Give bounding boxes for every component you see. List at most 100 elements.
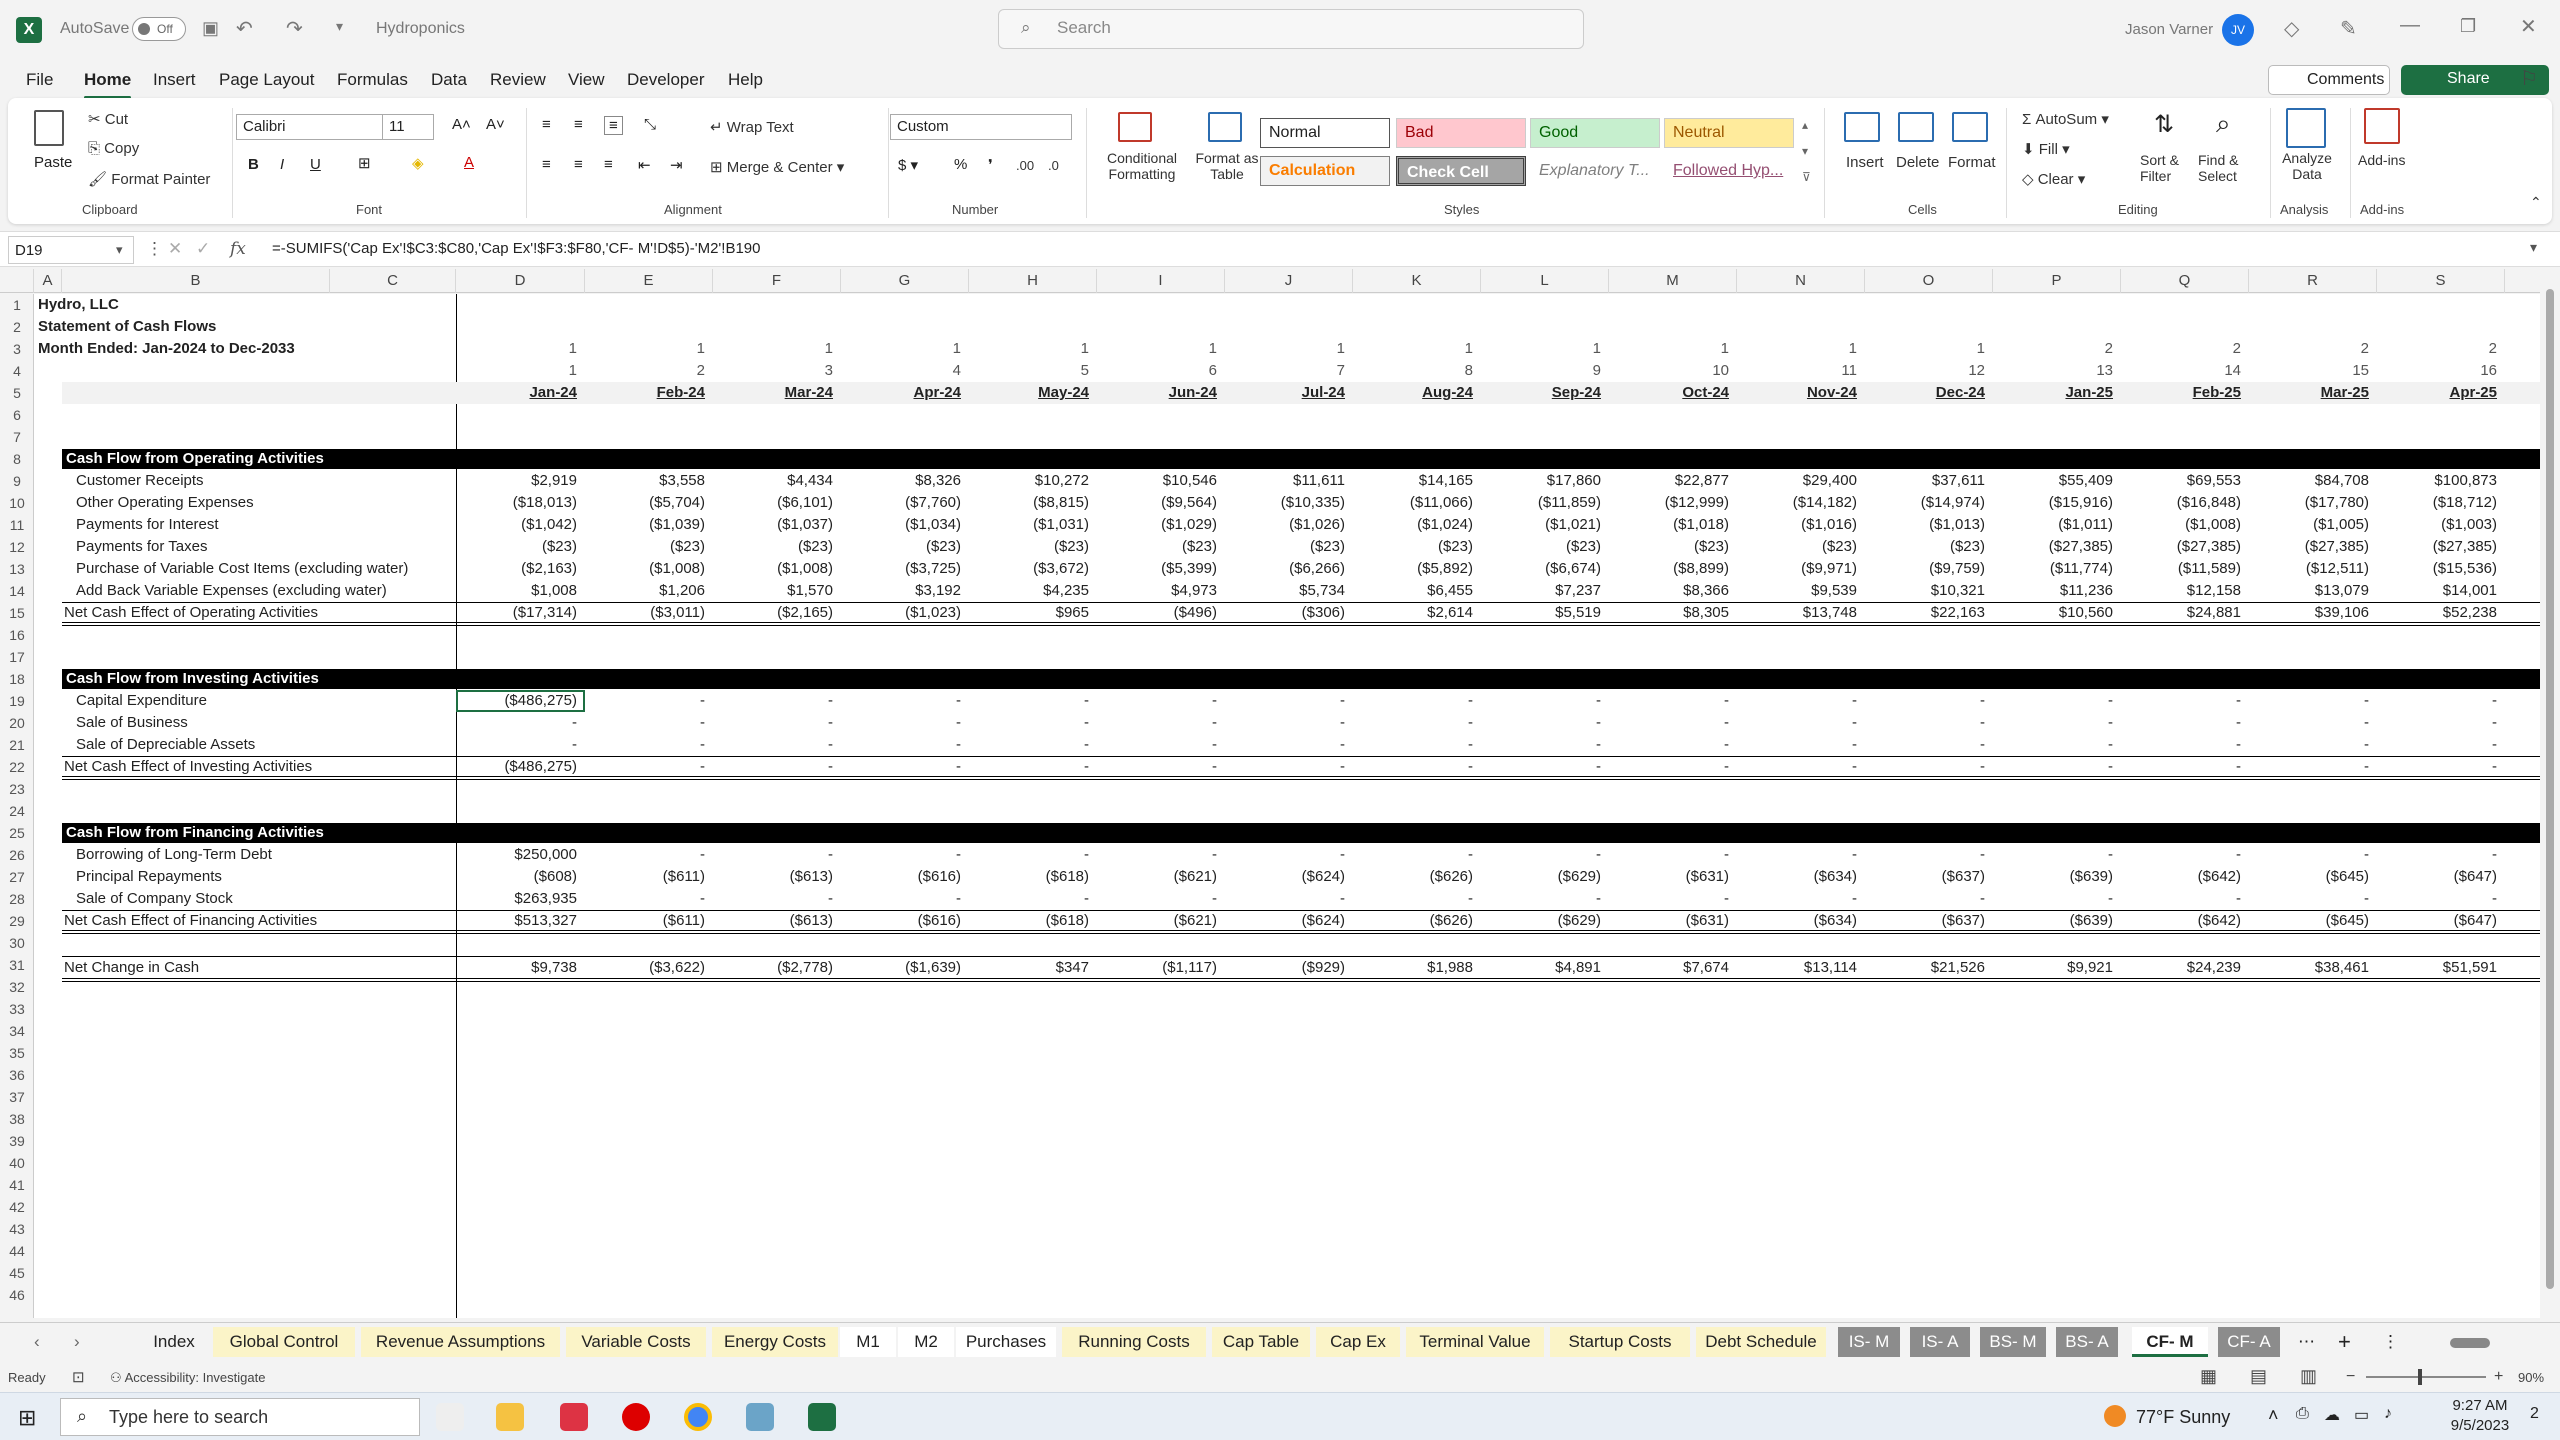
cell-value[interactable]: ($1,037) bbox=[713, 514, 833, 536]
cell-value[interactable]: ($634) bbox=[1737, 866, 1857, 888]
cell-value[interactable]: ($634) bbox=[1737, 910, 1857, 932]
tab-scroll-right-icon[interactable]: › bbox=[62, 1327, 92, 1357]
cell-value[interactable]: - bbox=[2377, 690, 2497, 712]
cell-value[interactable]: ($1,024) bbox=[1353, 514, 1473, 536]
column-header-a[interactable]: A bbox=[34, 269, 62, 293]
cell-value[interactable]: ($618) bbox=[969, 910, 1089, 932]
cell-value[interactable]: 12 bbox=[1865, 360, 1985, 382]
sheet-tab[interactable]: IS- A bbox=[1910, 1327, 1970, 1357]
cell-value[interactable]: $1,988 bbox=[1353, 957, 1473, 979]
normal-view-icon[interactable]: ▦ bbox=[2200, 1366, 2217, 1387]
bold-icon[interactable]: B bbox=[248, 156, 259, 173]
clock-date[interactable]: 9/5/2023 bbox=[2440, 1417, 2520, 1434]
cell-value[interactable]: ($10,335) bbox=[1225, 492, 1345, 514]
style-calculation[interactable]: Calculation bbox=[1260, 156, 1390, 186]
cell-value[interactable]: ($645) bbox=[2249, 866, 2369, 888]
cell-value[interactable]: $22,877 bbox=[1609, 470, 1729, 492]
row-header[interactable]: 29 bbox=[0, 910, 34, 932]
cell-value[interactable]: 4 bbox=[841, 360, 961, 382]
cell-value[interactable]: - bbox=[1225, 712, 1345, 734]
cell-value[interactable]: - bbox=[2377, 756, 2497, 778]
cell-value[interactable]: ($18,013) bbox=[456, 492, 577, 514]
cell-value[interactable]: ($1,011) bbox=[1993, 514, 2113, 536]
cell-value[interactable]: - bbox=[1481, 690, 1601, 712]
cell-value[interactable]: $5,734 bbox=[1225, 580, 1345, 602]
cell-value[interactable]: $250,000 bbox=[456, 844, 577, 866]
cell-value[interactable]: 1 bbox=[1737, 338, 1857, 360]
clear-button[interactable]: ◇ Clear ▾ bbox=[2022, 170, 2085, 188]
cell-value[interactable]: - bbox=[1097, 734, 1217, 756]
cell-value[interactable]: ($16,848) bbox=[2121, 492, 2241, 514]
zoom-slider[interactable] bbox=[2366, 1369, 2486, 1385]
zoom-slider-thumb[interactable] bbox=[2418, 1369, 2422, 1385]
cell-value[interactable]: $7,237 bbox=[1481, 580, 1601, 602]
sheet-tab[interactable]: CF- A bbox=[2218, 1327, 2280, 1357]
menu-file[interactable]: File bbox=[26, 70, 53, 90]
cell-value[interactable]: ($1,008) bbox=[585, 558, 705, 580]
cell-value[interactable]: - bbox=[1609, 690, 1729, 712]
cell-value[interactable]: $14,001 bbox=[2377, 580, 2497, 602]
cell-value[interactable]: ($1,639) bbox=[841, 957, 961, 979]
cell-value[interactable]: - bbox=[1481, 712, 1601, 734]
cell-value[interactable]: ($14,974) bbox=[1865, 492, 1985, 514]
row-header[interactable]: 45 bbox=[0, 1262, 34, 1284]
cell-value[interactable]: ($12,999) bbox=[1609, 492, 1729, 514]
select-all-corner[interactable] bbox=[0, 269, 34, 293]
align-top-icon[interactable]: ≡ bbox=[542, 116, 551, 133]
cell-value[interactable]: - bbox=[2249, 712, 2369, 734]
menu-view[interactable]: View bbox=[568, 70, 605, 90]
fill-button[interactable]: ⬇ Fill ▾ bbox=[2022, 140, 2070, 158]
cell-value[interactable]: - bbox=[1609, 888, 1729, 910]
cell-value[interactable]: 2 bbox=[1993, 338, 2113, 360]
cell-value[interactable]: ($6,266) bbox=[1225, 558, 1345, 580]
cell-value[interactable]: ($496) bbox=[1097, 602, 1217, 624]
row-header[interactable]: 21 bbox=[0, 734, 34, 756]
cell-value[interactable]: $4,434 bbox=[713, 470, 833, 492]
cell-value[interactable]: $2,919 bbox=[456, 470, 577, 492]
cell-value[interactable]: ($5,892) bbox=[1353, 558, 1473, 580]
cell-value[interactable]: 8 bbox=[1353, 360, 1473, 382]
app-icon[interactable] bbox=[746, 1403, 774, 1431]
cell-value[interactable]: - bbox=[1225, 756, 1345, 778]
percent-icon[interactable]: % bbox=[954, 156, 967, 173]
cell-value[interactable]: ($647) bbox=[2377, 910, 2497, 932]
line-item-label[interactable]: Sale of Company Stock bbox=[76, 888, 456, 910]
row-header[interactable]: 34 bbox=[0, 1020, 34, 1042]
volume-icon[interactable]: ♪ bbox=[2384, 1405, 2392, 1423]
increase-indent-icon[interactable]: ⇥ bbox=[670, 156, 683, 174]
save-icon[interactable]: ▣ bbox=[202, 18, 219, 39]
line-item-label[interactable]: Payments for Interest bbox=[76, 514, 456, 536]
row-header[interactable]: 39 bbox=[0, 1130, 34, 1152]
addins-button[interactable]: Add-ins bbox=[2358, 152, 2405, 168]
cell-value[interactable]: ($645) bbox=[2249, 910, 2369, 932]
row-header[interactable]: 46 bbox=[0, 1284, 34, 1306]
cell-value[interactable]: - bbox=[841, 734, 961, 756]
row-header[interactable]: 16 bbox=[0, 624, 34, 646]
cell-value[interactable]: ($23) bbox=[713, 536, 833, 558]
cell-value[interactable]: - bbox=[1097, 712, 1217, 734]
cell-value[interactable]: - bbox=[456, 712, 577, 734]
cell-value[interactable]: - bbox=[713, 756, 833, 778]
underline-icon[interactable]: U bbox=[310, 156, 321, 173]
customize-qat-icon[interactable]: ▾ bbox=[336, 18, 343, 35]
cell-value[interactable]: - bbox=[585, 734, 705, 756]
cell-value[interactable]: May-24 bbox=[969, 382, 1089, 404]
cell-value[interactable]: ($9,564) bbox=[1097, 492, 1217, 514]
cell-value[interactable]: - bbox=[1353, 734, 1473, 756]
cell-value[interactable]: ($27,385) bbox=[2377, 536, 2497, 558]
cell-value[interactable]: ($618) bbox=[969, 866, 1089, 888]
menu-developer[interactable]: Developer bbox=[627, 70, 705, 90]
cell-value[interactable]: - bbox=[1737, 734, 1857, 756]
cell-value[interactable]: ($611) bbox=[585, 866, 705, 888]
cell-value[interactable]: ($2,165) bbox=[713, 602, 833, 624]
close-icon[interactable]: ✕ bbox=[2520, 14, 2537, 39]
row-header[interactable]: 37 bbox=[0, 1086, 34, 1108]
cell-value[interactable]: ($624) bbox=[1225, 910, 1345, 932]
cell-value[interactable]: - bbox=[2249, 844, 2369, 866]
cell-value[interactable]: - bbox=[1353, 888, 1473, 910]
cell-value[interactable]: 1 bbox=[1097, 338, 1217, 360]
menu-insert[interactable]: Insert bbox=[153, 70, 196, 90]
row-header[interactable]: 36 bbox=[0, 1064, 34, 1086]
column-header-g[interactable]: G bbox=[841, 269, 969, 293]
cell-value[interactable]: - bbox=[585, 844, 705, 866]
